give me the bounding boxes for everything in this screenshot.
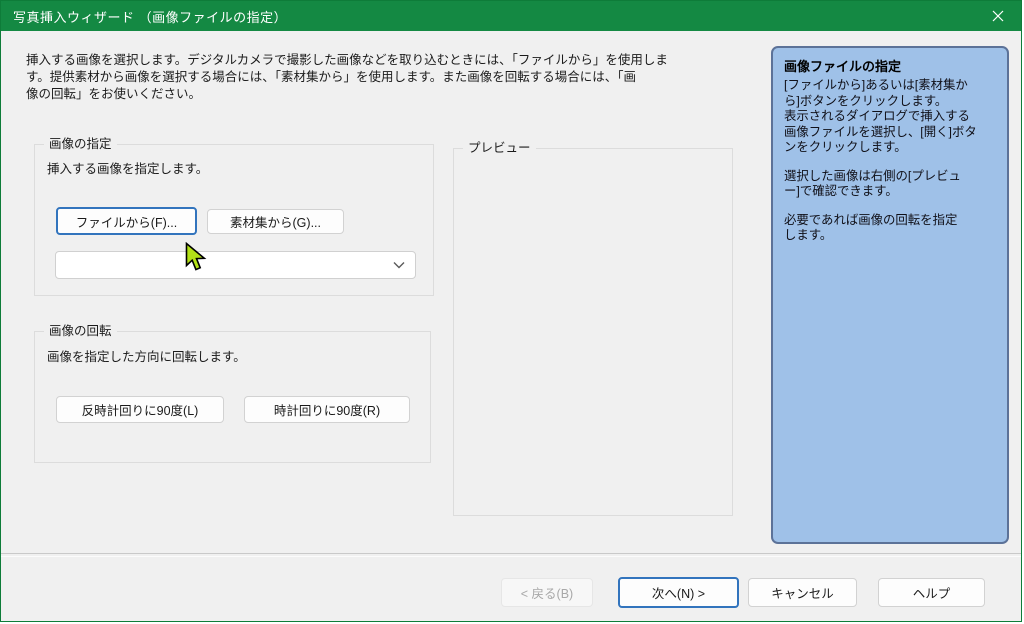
from-file-button[interactable]: ファイルから(F)... <box>56 207 197 235</box>
image-select-group: 画像の指定 挿入する画像を指定します。 ファイルから(F)... 素材集から(G… <box>34 144 434 296</box>
window-title: 写真挿入ウィザード （画像ファイルの指定） <box>1 7 287 26</box>
chevron-down-icon <box>393 261 405 269</box>
cancel-button[interactable]: キャンセル <box>748 578 857 607</box>
preview-group: プレビュー <box>453 148 733 516</box>
image-combobox[interactable] <box>55 251 416 279</box>
next-button[interactable]: 次へ(N) > <box>618 577 739 608</box>
preview-group-legend: プレビュー <box>463 140 536 157</box>
rotation-description: 画像を指定した方向に回転します。 <box>47 346 246 365</box>
close-button[interactable] <box>975 1 1021 31</box>
help-panel: 画像ファイルの指定 [ファイルから]あるいは[素材集か ら]ボタンをクリックしま… <box>771 46 1009 544</box>
help-panel-title: 画像ファイルの指定 <box>784 56 996 75</box>
help-button[interactable]: ヘルプ <box>878 578 985 607</box>
wizard-dialog: 写真挿入ウィザード （画像ファイルの指定） 挿入する画像を選択します。デジタルカ… <box>0 0 1022 622</box>
help-paragraph: 選択した画像は右側の[プレビュ ー]で確認できます。 <box>784 169 996 200</box>
rotation-group: 画像の回転 画像を指定した方向に回転します。 反時計回りに90度(L) 時計回り… <box>34 331 431 463</box>
image-select-description: 挿入する画像を指定します。 <box>47 158 208 177</box>
image-select-group-legend: 画像の指定 <box>44 136 117 153</box>
rotation-group-legend: 画像の回転 <box>44 323 117 340</box>
from-material-button[interactable]: 素材集から(G)... <box>207 209 344 234</box>
close-icon <box>992 10 1004 22</box>
titlebar: 写真挿入ウィザード （画像ファイルの指定） <box>1 1 1021 31</box>
intro-text: 挿入する画像を選択します。デジタルカメラで撮影した画像などを取り込むときには、「… <box>26 52 771 103</box>
rotate-ccw-button[interactable]: 反時計回りに90度(L) <box>56 396 224 423</box>
back-button: < 戻る(B) <box>501 578 593 607</box>
footer-separator <box>1 553 1021 557</box>
help-paragraph: 必要であれば画像の回転を指定 します。 <box>784 213 996 244</box>
help-paragraph: [ファイルから]あるいは[素材集か ら]ボタンをクリックします。 表示されるダイ… <box>784 78 996 156</box>
rotate-cw-button[interactable]: 時計回りに90度(R) <box>244 396 410 423</box>
